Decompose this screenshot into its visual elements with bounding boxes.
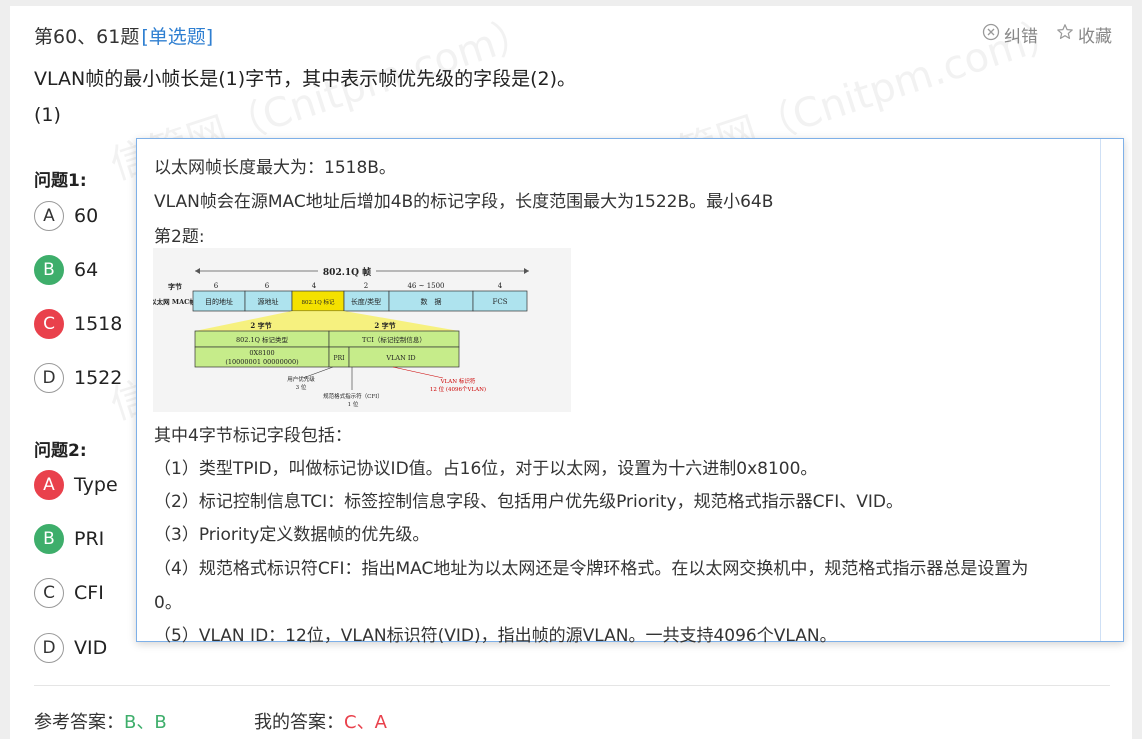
explanation-line: （3）Priority定义数据帧的优先级。 (154, 525, 430, 545)
explanation-popup[interactable]: 以太网帧长度最大为：1518B。 VLAN帧会在源MAC地址后增加4B的标记字段… (136, 138, 1124, 646)
field-label: 源地址 (258, 297, 279, 306)
pri-label: PRI (334, 355, 346, 362)
question-text: VLAN帧的最小帧长是(1)字节，其中表示帧优先级的字段是(2)。 (34, 68, 577, 90)
field-label: 数 据 (421, 297, 442, 306)
option-letter: A (34, 201, 64, 231)
cfi-bits-note: 1 位 (348, 400, 359, 408)
explanation-line: VLAN帧会在源MAC地址后增加4B的标记字段，长度范围最大为1522B。最小6… (154, 192, 774, 212)
option-letter: A (34, 470, 64, 500)
right-bytes-label: 2 字节 (374, 321, 395, 330)
diagram-title: 802.1Q 帧 (323, 266, 371, 278)
q2-option-c[interactable]: C CFI (34, 578, 104, 608)
option-text: 64 (74, 259, 99, 281)
favorite-label: 收藏 (1078, 27, 1112, 47)
tci-label: TCI（标记控制信息） (362, 335, 426, 344)
option-letter: C (34, 578, 64, 608)
explanation-line: （4）规范格式标识符CFI：指出MAC地址为以太网还是令牌环格式。在以太网交换机… (154, 559, 1029, 579)
byte-count: 6 (214, 282, 219, 290)
option-letter: D (34, 633, 64, 663)
vlan-frame-diagram: 802.1Q 帧 字节 以太网 MAC帧 6 6 4 2 46 ~ 1500 4… (150, 248, 571, 412)
left-bytes-label: 2 字节 (250, 321, 271, 330)
question1-label: 问题1: (34, 171, 87, 191)
diagram-bytes-label: 字节 (168, 282, 182, 291)
cfi-note: 规范格式指示符（CFI） (323, 392, 383, 400)
my-answer-label: 我的答案： (254, 712, 344, 733)
explanation-line: 第2题: (154, 227, 205, 247)
reference-answer-value: B、B (124, 712, 167, 733)
field-label: FCS (492, 298, 507, 306)
q2-option-d[interactable]: D VID (34, 633, 107, 663)
option-text: PRI (74, 528, 105, 550)
diagram-frame-label: 以太网 MAC帧 (153, 297, 196, 306)
byte-count: 46 ~ 1500 (407, 282, 444, 290)
my-answer: 我的答案：C、A (254, 708, 387, 734)
question-type-tag: [单选题] (141, 26, 214, 48)
report-error-button[interactable]: 纠错 (982, 22, 1038, 47)
my-answer-value: C、A (344, 712, 387, 733)
reference-answer-label: 参考答案： (34, 712, 124, 733)
priority-note: 用户优先级 (287, 375, 315, 383)
priority-bits-note: 3 位 (296, 383, 307, 391)
field-label: 长度/类型 (351, 297, 381, 306)
sub-question-label: (1) (34, 104, 61, 126)
field-label: 目的地址 (205, 297, 233, 306)
diagram-svg: 802.1Q 帧 字节 以太网 MAC帧 6 6 4 2 46 ~ 1500 4… (150, 264, 529, 408)
tpid-label: 802.1Q 标记类型 (236, 335, 289, 344)
favorite-button[interactable]: 收藏 (1056, 22, 1112, 47)
star-icon (1056, 23, 1074, 46)
explanation-line: （2）标记控制信息TCI：标签控制信息字段、包括用户优先级Priority，规范… (154, 492, 903, 512)
q2-option-b[interactable]: B PRI (34, 524, 104, 554)
explanation-line: 其中4字节标记字段包括： (154, 426, 352, 446)
question2-label: 问题2: (34, 441, 87, 461)
option-letter: B (34, 255, 64, 285)
question-number: 第60、61题 (34, 26, 140, 48)
option-text: CFI (74, 582, 104, 604)
q1-option-a[interactable]: A 60 (34, 201, 98, 231)
option-text: 1522 (74, 367, 123, 389)
vid-note: VLAN 标识符 (440, 377, 476, 385)
q1-option-b[interactable]: B 64 (34, 255, 98, 285)
tpid-value: 0X8100 (249, 349, 274, 357)
option-text: Type (74, 474, 118, 496)
vid-bits-note: 12 位 (4096个VLAN) (430, 385, 486, 393)
vid-label: VLAN ID (385, 354, 415, 362)
field-label: 802.1Q 标记 (301, 298, 335, 306)
option-text: 1518 (74, 313, 123, 335)
report-error-label: 纠错 (1004, 27, 1038, 47)
divider (34, 685, 1110, 686)
scrollbar[interactable] (1100, 139, 1101, 641)
explanation-line: 0。 (154, 593, 182, 613)
option-letter: B (34, 524, 64, 554)
q2-option-a[interactable]: A Type (34, 470, 118, 500)
explanation-line: （5）VLAN ID：12位，VLAN标识符(VID)，指出帧的源VLAN。一共… (154, 626, 837, 646)
byte-count: 6 (265, 282, 270, 290)
byte-count: 2 (364, 282, 368, 290)
q1-option-d[interactable]: D 1522 (34, 363, 122, 393)
explanation-line: （1）类型TPID，叫做标记协议ID值。占16位，对于以太网，设置为十六进制0x… (154, 459, 818, 479)
q1-option-c[interactable]: C 1518 (34, 309, 122, 339)
option-text: 60 (74, 205, 99, 227)
option-text: VID (74, 637, 108, 659)
question-title: 第60、61题 [单选题] (34, 22, 213, 49)
explanation-line: 以太网帧长度最大为：1518B。 (154, 158, 396, 178)
close-circle-icon (982, 23, 1000, 46)
byte-count: 4 (312, 282, 317, 290)
tpid-bits: (10000001 00000000) (225, 358, 299, 366)
question-actions: 纠错 收藏 (982, 22, 1112, 47)
reference-answer: 参考答案：B、B (34, 708, 167, 734)
byte-count: 4 (498, 282, 503, 290)
option-letter: C (34, 309, 64, 339)
option-letter: D (34, 363, 64, 393)
